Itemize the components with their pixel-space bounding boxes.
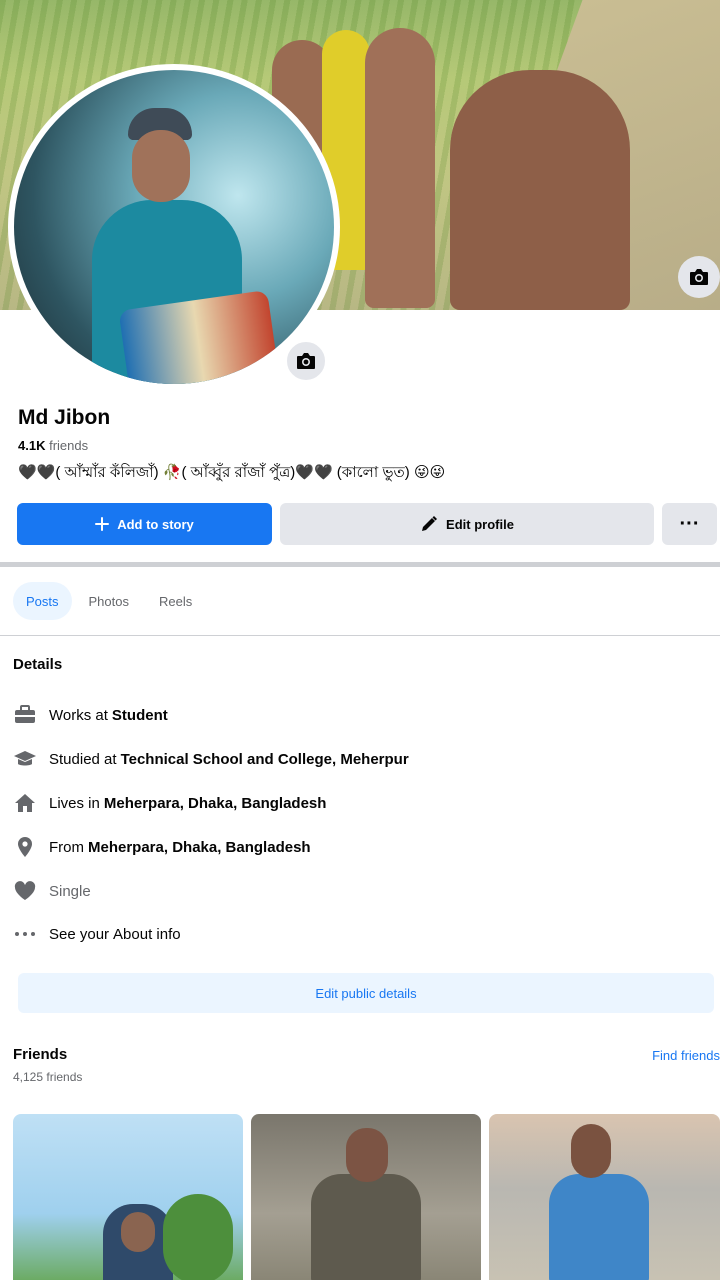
tab-reels[interactable]: Reels (146, 582, 205, 620)
plus-icon (95, 517, 110, 531)
more-dots-icon (13, 922, 37, 946)
detail-prefix: From (49, 838, 84, 856)
find-friends-link[interactable]: Find friends (652, 1048, 720, 1063)
friends-total: 4,125 friends (13, 1070, 83, 1084)
avatar-figure-head (132, 130, 190, 202)
friend-photo-head (346, 1128, 388, 1182)
detail-lives-in[interactable]: Lives in Meherpara, Dhaka, Bangladesh (13, 791, 326, 815)
friends-summary[interactable]: 4.1K friends (18, 438, 88, 453)
location-pin-icon (13, 835, 37, 859)
detail-value: Meherpara, Dhaka, Bangladesh (103, 794, 327, 812)
avatar (14, 70, 334, 384)
detail-prefix: Lives in (49, 794, 100, 812)
profile-camera-button[interactable] (284, 339, 328, 383)
camera-icon (690, 269, 708, 285)
briefcase-icon (13, 703, 37, 727)
profile-actions: Add to story Edit profile ··· (17, 503, 717, 545)
detail-value: Meherpara, Dhaka, Bangladesh (88, 838, 311, 856)
profile-bio: 🖤🖤( আঁম্মাঁর কঁলিজাঁ) 🥀( আঁব্বুঁর রাঁজাঁ… (18, 464, 446, 481)
detail-prefix: Works at (49, 706, 108, 724)
graduation-cap-icon (13, 747, 37, 771)
friends-count: 4.1K (18, 438, 46, 453)
detail-work[interactable]: Works at Student (13, 703, 168, 727)
detail-value: About info (113, 925, 181, 943)
detail-prefix: See your (49, 925, 110, 943)
detail-relationship[interactable]: Single (13, 879, 95, 903)
tabs-divider (0, 635, 720, 636)
detail-prefix: Studied at (49, 750, 117, 768)
details-heading: Details (13, 656, 63, 673)
profile-tabs: Posts Photos Reels (13, 582, 205, 622)
cover-camera-button[interactable] (678, 256, 720, 298)
camera-icon (297, 353, 315, 369)
edit-public-details-button[interactable]: Edit public details (18, 973, 714, 1013)
detail-education[interactable]: Studied at Technical School and College,… (13, 747, 409, 771)
friend-card[interactable] (13, 1114, 243, 1280)
edit-profile-button[interactable]: Edit profile (280, 503, 654, 545)
tab-posts[interactable]: Posts (13, 582, 72, 620)
detail-value: Student (111, 706, 168, 724)
cover-person (450, 70, 630, 310)
edit-profile-label: Edit profile (446, 516, 514, 532)
friend-photo-tree (163, 1194, 233, 1280)
friend-photo-head (121, 1212, 155, 1252)
detail-from[interactable]: From Meherpara, Dhaka, Bangladesh (13, 835, 311, 859)
friends-word: friends (49, 438, 89, 453)
pencil-icon (422, 516, 438, 531)
detail-see-about[interactable]: See your About info (13, 922, 181, 946)
detail-prefix: Single (49, 882, 91, 900)
friend-card[interactable] (251, 1114, 481, 1280)
friends-heading: Friends (13, 1046, 68, 1063)
home-icon (13, 791, 37, 815)
profile-name: Md Jibon (18, 406, 111, 429)
more-options-button[interactable]: ··· (662, 503, 717, 545)
add-to-story-button[interactable]: Add to story (17, 503, 272, 545)
friend-card[interactable] (489, 1114, 720, 1280)
tab-photos[interactable]: Photos (76, 582, 142, 620)
detail-value: Technical School and College, Meherpur (120, 750, 409, 768)
cover-person (365, 28, 435, 308)
more-dots-icon: ··· (679, 512, 700, 535)
add-to-story-label: Add to story (117, 516, 194, 532)
profile-picture[interactable] (8, 64, 340, 390)
friend-photo-figure (311, 1174, 421, 1280)
heart-icon (13, 879, 37, 903)
friend-photo-figure (549, 1174, 649, 1280)
section-divider (0, 562, 720, 567)
friend-photo-head (571, 1124, 611, 1178)
